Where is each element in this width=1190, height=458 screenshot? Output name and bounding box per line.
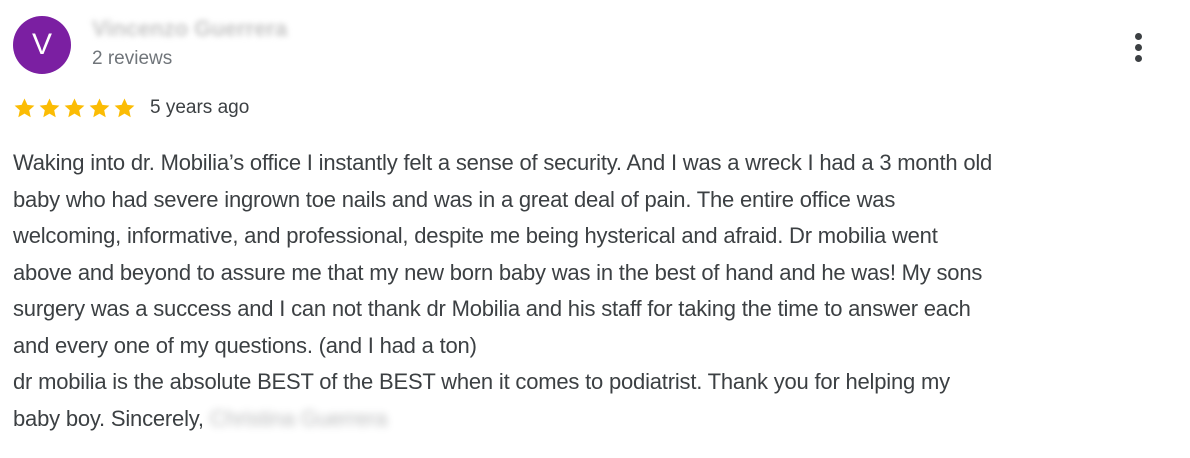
review-text: Waking into dr. Mobilia’s office I insta… — [13, 145, 1178, 437]
reviewer-name[interactable]: Vincenzo Guerrera — [92, 16, 287, 42]
avatar[interactable]: V — [13, 16, 71, 74]
star-icon — [89, 98, 110, 118]
review-line: dr mobilia is the absolute BEST of the B… — [13, 369, 950, 394]
review-line: above and beyond to assure me that my ne… — [13, 259, 983, 285]
more-options-button[interactable] — [1122, 28, 1156, 68]
star-icon — [14, 98, 35, 118]
review-line: welcoming, informative, and professional… — [13, 223, 938, 248]
star-icon — [64, 98, 85, 118]
review-line: surgery was a success and I can not than… — [13, 296, 971, 321]
rating-row: 5 years ago — [12, 94, 249, 122]
star-rating — [12, 96, 137, 120]
review-count[interactable]: 2 reviews — [92, 48, 172, 70]
blurred-signature: Christina Guerrera — [209, 405, 388, 431]
star-icon — [114, 98, 135, 118]
review-date: 5 years ago — [150, 97, 250, 118]
signature-prefix: baby boy. Sincerely, — [13, 405, 204, 431]
review-line: Waking into dr. Mobilia’s office I insta… — [13, 150, 993, 175]
star-icon — [39, 98, 60, 118]
review-line: baby boy. Sincerely, Christina Guerrera — [13, 401, 1178, 438]
review-line: baby who had severe ingrown toe nails an… — [13, 186, 896, 212]
review-line: and every one of my questions. (and I ha… — [13, 332, 477, 358]
